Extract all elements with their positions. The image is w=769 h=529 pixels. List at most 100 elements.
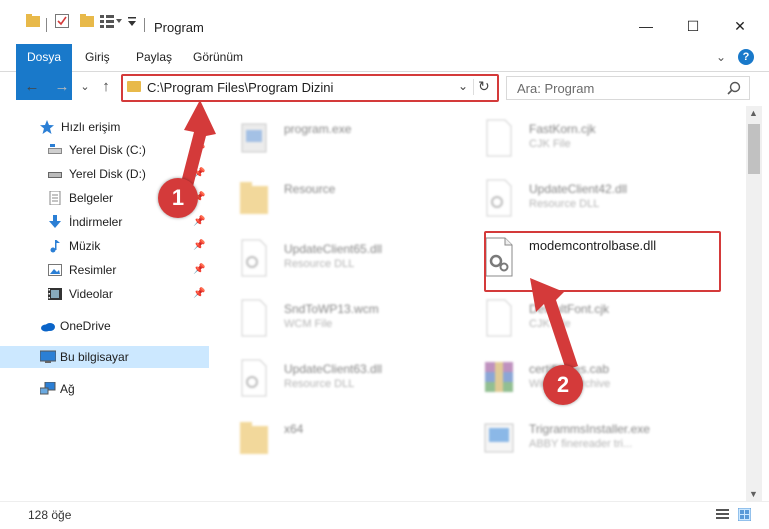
file-item[interactable]: UpdateClient42.dll Resource DLL — [455, 170, 705, 226]
installer-icon — [483, 418, 515, 458]
nav-item-music[interactable]: Müzik 📌 — [0, 235, 209, 257]
music-icon — [48, 239, 62, 253]
folder-icon — [238, 418, 270, 458]
nav-item-label: Resimler — [69, 263, 117, 277]
dll-icon — [238, 358, 270, 398]
properties-icon[interactable] — [55, 14, 69, 28]
file-item[interactable]: UpdateClient63.dll Resource DLL — [210, 350, 460, 406]
file-highlight-box — [484, 231, 721, 292]
scroll-up-icon[interactable]: ▲ — [749, 108, 758, 118]
network-icon — [39, 381, 56, 396]
back-button[interactable]: ← — [22, 76, 42, 98]
large-icons-view-icon[interactable] — [737, 507, 752, 522]
nav-item-videos[interactable]: Videolar 📌 — [0, 283, 209, 305]
nav-item-label: Ağ — [60, 382, 75, 396]
vertical-scrollbar[interactable]: ▲ ▼ — [746, 106, 762, 501]
nav-item-label: Belgeler — [69, 191, 114, 205]
nav-item-onedrive[interactable]: OneDrive — [0, 315, 209, 337]
exe-icon — [238, 118, 270, 158]
file-icon — [238, 298, 270, 338]
dll-icon — [483, 178, 515, 218]
dll-icon — [238, 238, 270, 278]
new-folder-icon[interactable] — [80, 14, 94, 28]
file-name: UpdateClient63.dll — [284, 362, 383, 376]
up-button[interactable]: ↑ — [96, 76, 116, 98]
file-item[interactable]: program.exe — [210, 110, 460, 166]
file-type: ABBY finereader tri... — [529, 438, 633, 450]
nav-item-pictures[interactable]: Resimler 📌 — [0, 259, 209, 281]
pin-icon: 📌 — [193, 216, 206, 227]
drive-icon — [48, 167, 62, 181]
nav-item-label: Hızlı erişim — [61, 120, 121, 134]
file-name: UpdateClient65.dll — [284, 242, 383, 256]
ribbon-tabs: Dosya Giriş Paylaş Görünüm ⌄ ? — [0, 44, 769, 100]
pictures-icon — [48, 263, 62, 277]
drive-icon — [48, 143, 62, 157]
recent-locations-button[interactable]: ⌄ — [75, 76, 95, 98]
file-icon — [483, 298, 515, 338]
nav-item-label: Müzik — [69, 239, 101, 253]
tab-share[interactable]: Paylaş — [136, 44, 172, 71]
file-name: UpdateClient42.dll — [529, 182, 628, 196]
ribbon-expand-icon[interactable]: ⌄ — [716, 50, 726, 64]
archive-icon — [483, 358, 515, 398]
details-view-icon[interactable] — [716, 508, 729, 521]
search-icon — [727, 79, 741, 98]
status-bar: 128 öğe — [0, 501, 769, 529]
title-separator — [46, 18, 47, 32]
folder-icon — [26, 14, 40, 28]
pin-icon: 📌 — [193, 240, 206, 251]
file-item[interactable]: TrigrammsInstaller.exe ABBY finereader t… — [455, 410, 705, 466]
tab-home[interactable]: Giriş — [85, 44, 110, 71]
search-box[interactable]: Ara: Program — [506, 76, 750, 100]
file-name: program.exe — [284, 122, 352, 136]
qat-dropdown-icon[interactable] — [127, 15, 137, 27]
nav-item-label: Yerel Disk (D:) — [69, 167, 146, 181]
maximize-button[interactable]: ☐ — [681, 14, 705, 38]
tab-view[interactable]: Görünüm — [193, 44, 243, 71]
minimize-button[interactable]: — — [634, 14, 658, 38]
customize-toolbar-icon[interactable] — [100, 14, 122, 28]
file-type: Resource DLL — [284, 378, 355, 390]
file-list: program.exe FastKorn.cjk CJK File Resour… — [210, 106, 745, 501]
annotation-arrow-2 — [530, 278, 578, 370]
file-explorer-window: Program — ☐ ✕ Dosya Giriş Paylaş Görünüm… — [0, 0, 769, 529]
nav-item-this-pc[interactable]: Bu bilgisayar — [0, 346, 209, 368]
nav-item-label: İndirmeler — [69, 215, 123, 229]
file-type: Resource DLL — [284, 258, 355, 270]
scroll-down-icon[interactable]: ▼ — [749, 489, 758, 499]
title-separator — [144, 18, 145, 32]
nav-item-network[interactable]: Ağ — [0, 378, 209, 400]
nav-item-label: Bu bilgisayar — [60, 350, 129, 364]
file-item[interactable]: x64 — [210, 410, 460, 466]
forward-button[interactable]: → — [52, 76, 72, 98]
download-icon — [48, 215, 62, 229]
window-title: Program — [154, 20, 204, 35]
cloud-icon — [40, 319, 55, 333]
videos-icon — [48, 287, 62, 301]
title-bar: Program — ☐ ✕ — [0, 0, 769, 44]
file-type: Resource DLL — [529, 198, 600, 210]
nav-item-label: Videolar — [69, 287, 113, 301]
file-name: FastKorn.cjk — [529, 122, 596, 136]
scroll-thumb[interactable] — [748, 124, 760, 174]
documents-icon — [48, 190, 62, 206]
file-name: Resource — [284, 182, 336, 196]
file-type: CJK File — [529, 138, 571, 150]
nav-item-label: OneDrive — [60, 319, 111, 333]
file-item[interactable]: FastKorn.cjk CJK File — [455, 110, 705, 166]
pin-icon: 📌 — [193, 288, 206, 299]
search-input[interactable]: Ara: Program — [517, 81, 594, 96]
file-name: x64 — [284, 422, 304, 436]
file-item[interactable]: SndToWP13.wcm WCM File — [210, 290, 460, 346]
file-item[interactable]: UpdateClient65.dll Resource DLL — [210, 230, 460, 286]
pin-icon: 📌 — [193, 264, 206, 275]
file-type: WCM File — [284, 318, 333, 330]
item-count: 128 öğe — [28, 508, 72, 522]
file-item[interactable]: Resource — [210, 170, 460, 226]
file-name: TrigrammsInstaller.exe — [529, 422, 650, 436]
file-name: SndToWP13.wcm — [284, 302, 379, 316]
close-button[interactable]: ✕ — [728, 14, 752, 38]
star-icon — [40, 120, 54, 134]
help-icon[interactable]: ? — [738, 49, 754, 65]
